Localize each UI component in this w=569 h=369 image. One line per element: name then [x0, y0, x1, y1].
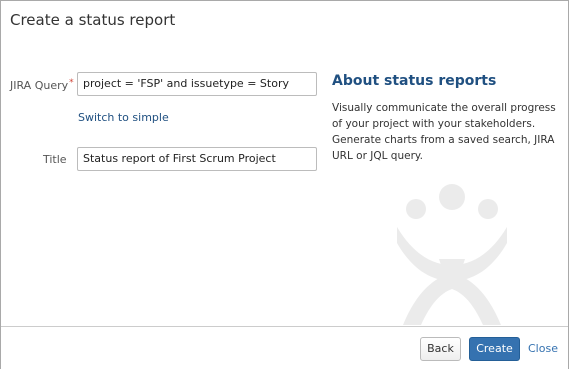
close-link[interactable]: Close — [528, 342, 558, 355]
required-marker: * — [69, 78, 74, 88]
title-input[interactable]: Status report of First Scrum Project — [77, 147, 317, 171]
dialog-title: Create a status report — [10, 11, 176, 29]
create-status-report-dialog: Create a status report JIRA Query* proje… — [0, 0, 569, 369]
dialog-header: Create a status report — [1, 1, 568, 41]
back-button[interactable]: Back — [420, 337, 461, 361]
jql-label-text: JIRA Query — [10, 79, 69, 92]
about-heading: About status reports — [332, 73, 497, 89]
jira-logo-watermark-icon — [397, 184, 507, 325]
jql-label: JIRA Query* — [10, 78, 74, 92]
dialog-footer: Back Create Close — [1, 326, 568, 369]
create-button[interactable]: Create — [469, 337, 520, 361]
jql-query-input[interactable]: project = 'FSP' and issuetype = Story — [77, 72, 317, 96]
switch-to-simple-link[interactable]: Switch to simple — [78, 111, 169, 124]
title-label: Title — [43, 153, 67, 166]
about-description: Visually communicate the overall progres… — [332, 102, 556, 162]
